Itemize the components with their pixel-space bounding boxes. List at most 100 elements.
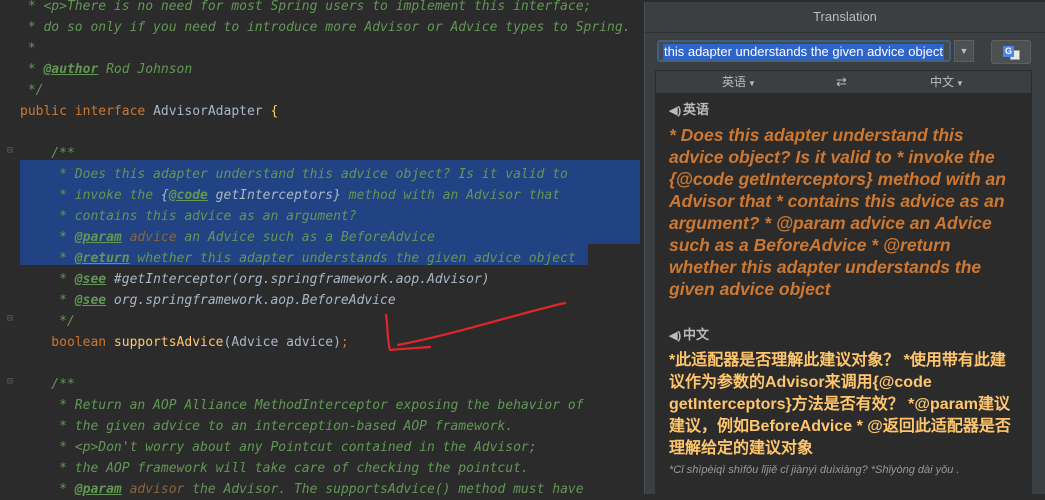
code-token: * Return an AOP Alliance MethodIntercept… — [20, 398, 584, 413]
code-token: (Advice advice) — [223, 335, 341, 350]
code-line[interactable]: public interface AdvisorAdapter { — [20, 101, 278, 122]
code-token: * — [20, 230, 75, 245]
code-token: * do so only if you need to introduce mo… — [20, 20, 631, 35]
code-line[interactable]: * @param advice an Advice such as a Befo… — [20, 227, 435, 248]
code-token: /** — [20, 146, 75, 161]
code-token: * — [20, 251, 75, 266]
code-line[interactable]: * Does this adapter understand this advi… — [20, 164, 568, 185]
code-line[interactable]: */ — [20, 311, 75, 332]
target-language-select[interactable]: 中文 ▼ — [930, 71, 964, 93]
fold-marker[interactable]: ⊟ — [7, 145, 17, 157]
code-token: @code — [168, 188, 208, 203]
code-line[interactable]: /** — [20, 143, 75, 164]
code-token: * — [20, 293, 75, 308]
target-heading-label: 中文 — [683, 327, 710, 342]
code-token: boolean — [20, 335, 114, 350]
code-line[interactable]: * @see #getInterceptor(org.springframewo… — [20, 269, 490, 290]
code-line[interactable]: * @param advisor the Advisor. The suppor… — [20, 479, 584, 500]
code-token: method with an Advisor that — [340, 188, 561, 203]
code-token: supportsAdvice — [113, 335, 224, 350]
code-token: */ — [20, 83, 44, 98]
code-line[interactable]: /** — [20, 374, 75, 395]
code-line[interactable]: * <p>Don't worry about any Pointcut cont… — [20, 437, 537, 458]
code-token: /** — [20, 377, 75, 392]
code-token: @return — [74, 251, 130, 266]
code-token: org.springframework.aop.BeforeAdvice — [106, 293, 396, 308]
google-translate-button[interactable]: G — [991, 40, 1031, 64]
code-token: @author — [43, 62, 99, 77]
panel-title: Translation — [645, 2, 1045, 33]
fold-marker[interactable]: ⊟ — [7, 313, 17, 325]
chevron-down-icon: ▼ — [748, 79, 756, 88]
source-language-label: 英语 — [722, 75, 747, 89]
red-arrow-annotation — [384, 301, 567, 352]
history-dropdown-button[interactable]: ▼ — [954, 40, 974, 62]
code-token: * contains this advice as an argument? — [20, 209, 357, 224]
translation-panel: Translation this adapter understands the… — [644, 2, 1045, 494]
code-token: * the given advice to an interception-ba… — [20, 419, 514, 434]
code-token: There is no need for most Spring users t… — [66, 0, 592, 14]
code-token: * — [20, 272, 75, 287]
source-text: * Does this adapter understand this advi… — [669, 125, 1006, 299]
code-token: the Advisor. The supportsAdvice() method… — [184, 482, 584, 497]
code-line[interactable]: * @author Rod Johnson — [20, 59, 192, 80]
swap-languages-button[interactable]: ⇄ — [836, 71, 847, 93]
code-line[interactable]: * contains this advice as an argument? — [20, 206, 357, 227]
google-icon: G — [1003, 46, 1014, 57]
code-token: * — [20, 482, 75, 497]
translation-result: ◀) 英语 * Does this adapter understand this… — [655, 94, 1032, 494]
query-input[interactable]: this adapter understands the given advic… — [657, 40, 951, 62]
code-token: @see — [74, 272, 107, 287]
code-token: * Does this adapter understand this advi… — [20, 167, 568, 182]
swap-icon: ⇄ — [836, 74, 847, 89]
translated-text: *此适配器是否理解此建议对象？ *使用带有此建议作为参数的Advisor来调用{… — [669, 352, 1011, 457]
code-token: */ — [20, 314, 75, 329]
code-token: Rod Johnson — [98, 62, 193, 77]
code-line[interactable]: */ — [20, 80, 44, 101]
code-token: advice — [121, 230, 177, 245]
code-line[interactable]: * Return an AOP Alliance MethodIntercept… — [20, 395, 584, 416]
code-token: * — [20, 0, 44, 14]
code-line[interactable]: * the AOP framework will take care of ch… — [20, 458, 529, 479]
code-token: @param — [74, 482, 122, 497]
code-token: ; — [340, 335, 349, 350]
code-token: * invoke the — [20, 188, 161, 203]
code-line[interactable]: * do so only if you need to introduce mo… — [20, 17, 631, 38]
code-line[interactable]: * @return whether this adapter understan… — [20, 248, 576, 269]
language-bar: 英语 ▼ ⇄ 中文 ▼ — [655, 70, 1032, 94]
speaker-icon[interactable]: ◀) — [669, 101, 683, 121]
query-text[interactable]: this adapter understands the given advic… — [663, 44, 944, 60]
code-token: getInterceptors} — [207, 188, 341, 203]
code-line[interactable]: * — [20, 38, 36, 59]
code-token: advisor — [121, 482, 185, 497]
chevron-down-icon: ▼ — [956, 79, 964, 88]
code-token: * — [20, 62, 44, 77]
target-heading: ◀) 中文 — [669, 325, 709, 345]
code-line[interactable]: * @see org.springframework.aop.BeforeAdv… — [20, 290, 396, 311]
code-token: AdvisorAdapter — [153, 104, 271, 119]
code-token: public interface — [20, 104, 154, 119]
code-token: * <p>Don't worry about any Pointcut cont… — [20, 440, 537, 455]
code-token: @see — [74, 293, 107, 308]
code-token: * the AOP framework will take care of ch… — [20, 461, 529, 476]
code-token: <p> — [43, 0, 67, 14]
pinyin-text: *Cǐ shìpèiqì shìfǒu lǐjiě cǐ jiànyì duìx… — [669, 464, 960, 476]
code-line[interactable]: * invoke the {@code getInterceptors} met… — [20, 185, 560, 206]
code-token: { — [270, 104, 279, 119]
code-token: { — [160, 188, 169, 203]
code-token: an Advice such as a BeforeAdvice — [176, 230, 435, 245]
code-token: * — [20, 41, 36, 56]
source-heading-label: 英语 — [683, 102, 710, 117]
source-language-select[interactable]: 英语 ▼ — [722, 71, 756, 93]
code-line[interactable]: * <p>There is no need for most Spring us… — [20, 0, 592, 17]
chevron-down-icon: ▼ — [959, 46, 969, 56]
source-heading: ◀) 英语 — [669, 100, 709, 120]
code-line[interactable]: * the given advice to an interception-ba… — [20, 416, 513, 437]
code-token: whether this adapter understands the giv… — [129, 251, 576, 266]
speaker-icon[interactable]: ◀) — [669, 326, 683, 346]
code-token: #getInterceptor(org.springframework.aop.… — [106, 272, 490, 287]
code-token: @param — [74, 230, 122, 245]
fold-marker[interactable]: ⊟ — [7, 376, 17, 388]
target-language-label: 中文 — [930, 75, 955, 89]
code-line[interactable]: boolean supportsAdvice(Advice advice); — [20, 332, 349, 353]
